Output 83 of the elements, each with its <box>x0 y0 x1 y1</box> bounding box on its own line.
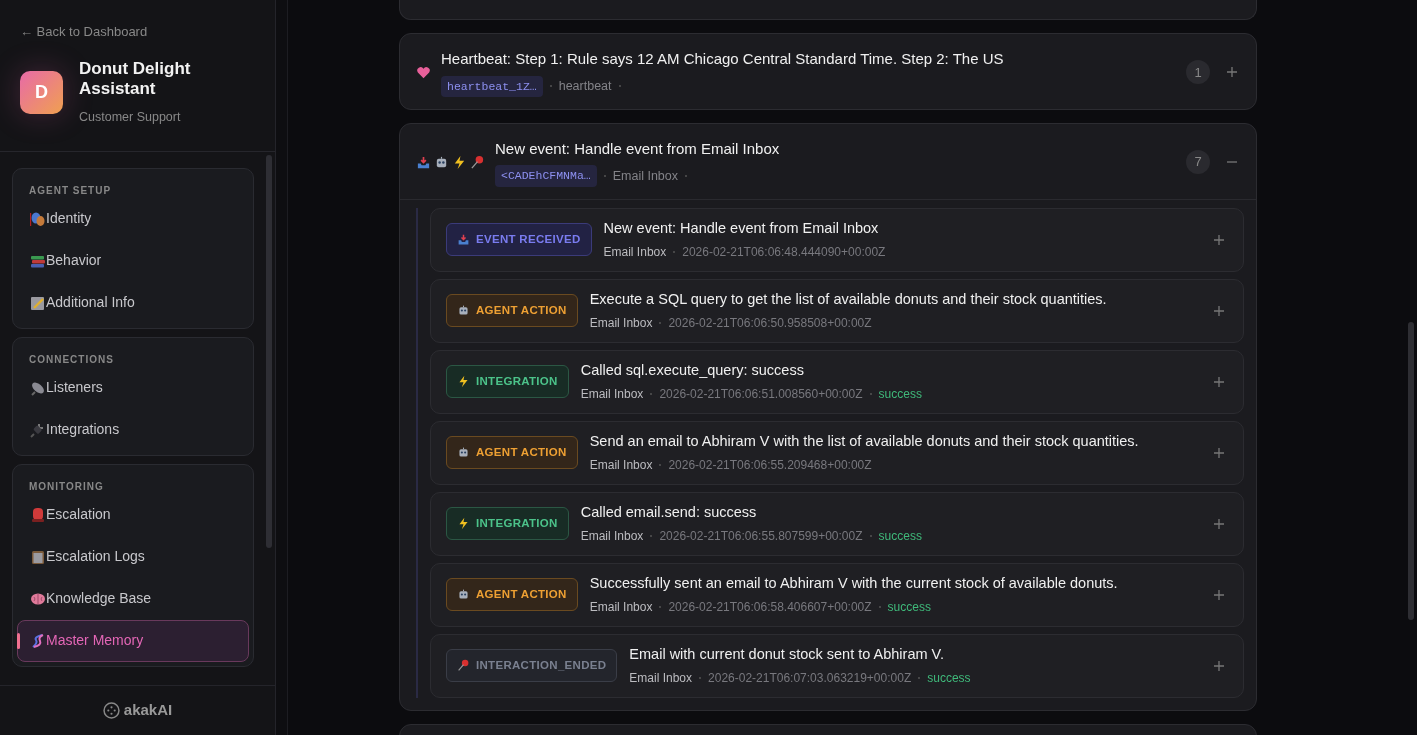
plus-icon <box>1213 304 1225 317</box>
timestamp: 2026-02-21T06:06:55.209468+00:00Z <box>668 456 872 474</box>
source-label: heartbeat <box>558 77 612 95</box>
robot-icon <box>457 446 470 459</box>
heart-icon <box>416 64 431 80</box>
source-label: Email Inbox <box>612 167 679 185</box>
agent-name: Donut Delight Assistant <box>79 58 192 100</box>
event-title: Email with current donut stock sent to Abhiram V. <box>629 645 945 665</box>
source-label: Email Inbox <box>603 243 667 261</box>
plus-icon <box>1226 66 1238 79</box>
lightning-bolt-icon <box>457 517 470 530</box>
sidebar-item[interactable]: Additional Info <box>17 281 249 324</box>
status-label: success <box>878 527 922 545</box>
sidebar-item[interactable]: Master Memory <box>17 619 249 662</box>
event-type-badge: EVENT RECEIVED <box>446 222 592 257</box>
source-label: Email Inbox <box>589 598 653 616</box>
clipboard-icon <box>30 548 46 565</box>
event-type-badge: AGENT ACTION <box>446 435 578 470</box>
status-label: success <box>927 669 971 687</box>
plus-icon <box>1213 588 1225 601</box>
sidebar-item[interactable]: Behavior <box>17 239 249 282</box>
source-label: Email Inbox <box>580 385 644 403</box>
timestamp: 2026-02-21T06:07:03.063219+00:00Z <box>708 669 912 687</box>
robot-icon <box>457 304 470 317</box>
source-label: Email Inbox <box>580 527 644 545</box>
event-type-badge: INTEGRATION <box>446 506 569 541</box>
event-title: Execute a SQL query to get the list of available donuts and their stock quantities. <box>589 290 1108 310</box>
inbox-tray-icon <box>416 154 431 170</box>
event-type-badge: AGENT ACTION <box>446 293 578 328</box>
timestamp: 2026-02-21T06:06:50.958508+00:00Z <box>668 314 872 332</box>
sidebar-item[interactable]: Listeners <box>17 366 249 409</box>
group-title: New event: Handle event from Email Inbox <box>495 138 781 159</box>
logo-text: akakAI <box>123 700 173 721</box>
id-tag: heartbeat_1Z… <box>441 75 543 97</box>
logo-icon <box>102 702 120 720</box>
event-type-badge: INTERACTION_ENDED <box>446 648 618 683</box>
siren-light-icon <box>30 506 46 523</box>
robot-icon <box>434 154 449 170</box>
source-label: Email Inbox <box>589 314 653 332</box>
sidebar-item[interactable]: Escalation Logs <box>17 535 249 578</box>
plus-icon <box>1213 517 1225 530</box>
pushpin-icon <box>470 154 485 170</box>
status-label: success <box>878 385 922 403</box>
sidebar-item[interactable]: Knowledge Base <box>17 577 249 620</box>
status-label: success <box>887 598 931 616</box>
dna-icon <box>30 632 46 649</box>
sidebar-item[interactable]: Integrations <box>17 408 249 451</box>
lightning-bolt-icon <box>457 375 470 388</box>
mask-icon <box>30 210 46 227</box>
event-type-badge: INTEGRATION <box>446 364 569 399</box>
plug-icon <box>30 421 46 438</box>
timestamp: 2026-02-21T06:06:51.008560+00:00Z <box>659 385 863 403</box>
event-type-badge: AGENT ACTION <box>446 577 578 612</box>
event-title: Called email.send: success <box>580 503 758 523</box>
id-tag: <CADEhCFMNMa… <box>495 165 597 187</box>
sidebar-item[interactable]: Escalation <box>17 493 249 536</box>
plus-icon <box>1213 659 1225 672</box>
notepad-icon <box>30 294 46 311</box>
count-badge: 7 <box>1186 150 1210 175</box>
section-heading: AGENT SETUP <box>28 183 113 198</box>
sidebar-item[interactable]: Identity <box>17 197 249 240</box>
section-heading: MONITORING <box>28 479 105 494</box>
event-title: Successfully sent an email to Abhiram V with the current stock of available donuts. <box>589 574 1119 594</box>
source-label: Email Inbox <box>589 456 653 474</box>
plus-icon <box>1213 375 1225 388</box>
count-badge: 1 <box>1186 60 1210 85</box>
timestamp: 2026-02-21T06:06:48.444090+00:00Z <box>682 243 886 261</box>
back-link[interactable]: ← Back to Dashboard <box>0 0 275 42</box>
event-title: New event: Handle event from Email Inbox <box>603 219 880 239</box>
inbox-tray-icon <box>457 233 470 246</box>
source-label: Email Inbox <box>629 669 693 687</box>
event-title: Called sql.execute_query: success <box>580 361 805 381</box>
timestamp: 2026-02-21T06:06:55.807599+00:00Z <box>659 527 863 545</box>
section-heading: CONNECTIONS <box>28 352 115 367</box>
agent-subtitle: Customer Support <box>79 108 182 126</box>
pushpin-icon <box>457 659 470 672</box>
robot-icon <box>457 588 470 601</box>
timestamp: 2026-02-21T06:06:58.406607+00:00Z <box>668 598 872 616</box>
event-title: Send an email to Abhiram V with the list of available donuts and their stock quantities. <box>589 432 1140 452</box>
plus-icon <box>1213 446 1225 459</box>
agent-avatar: D <box>20 71 63 115</box>
group-title: Heartbeat: Step 1: Rule says 12 AM Chicago Central Standard Time. Step 2: The US <box>441 49 1005 69</box>
plus-icon <box>1213 233 1225 246</box>
